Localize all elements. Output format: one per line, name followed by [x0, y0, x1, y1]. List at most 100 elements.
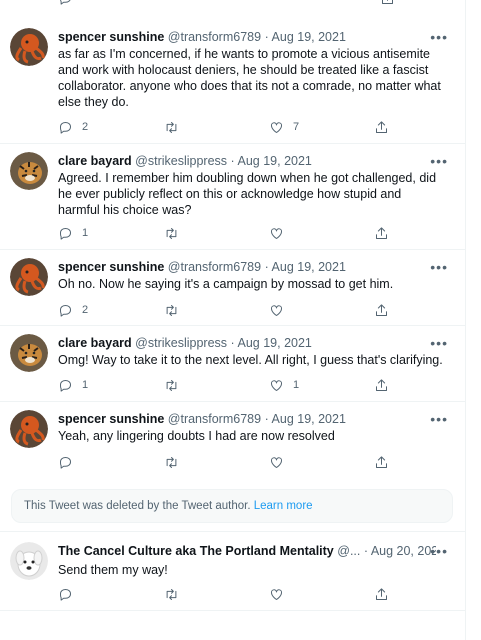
tweet[interactable]: spencer sunshine @transform6789 · Aug 19… [0, 16, 466, 144]
display-name[interactable]: clare bayard [58, 336, 132, 350]
reply-button[interactable] [58, 453, 73, 471]
like-button[interactable] [269, 224, 284, 242]
retweet-icon [166, 304, 177, 316]
avatar[interactable] [10, 410, 48, 448]
user-handle[interactable]: @strikeslippress [135, 154, 227, 168]
more-icon[interactable]: ••• [430, 30, 448, 44]
learn-more-link[interactable]: Learn more [254, 500, 313, 512]
avatar[interactable] [10, 152, 48, 190]
retweet-button[interactable] [164, 585, 179, 603]
more-icon[interactable]: ••• [430, 412, 448, 426]
reply-icon [60, 456, 71, 469]
like-count: 1 [293, 379, 300, 391]
tweet-text: Agreed. I remember him doubling down whe… [58, 171, 437, 217]
share-button[interactable] [374, 224, 389, 242]
scrollbar[interactable] [466, 0, 481, 640]
retweet-icon [166, 227, 177, 239]
user-handle[interactable]: @transform6789 [168, 260, 261, 274]
tweet-date[interactable]: Aug 19, 2021 [272, 260, 346, 274]
display-name[interactable]: spencer sunshine [58, 30, 164, 44]
display-name[interactable]: The Cancel Culture aka The Portland Ment… [58, 544, 334, 558]
tweet-actions: 2 [58, 301, 398, 319]
tweet-text: Oh no. Now he saying it's a campaign by … [58, 277, 394, 291]
reply-button[interactable]: 1 [58, 224, 88, 242]
share-button[interactable] [374, 376, 389, 394]
tweet-date[interactable]: Aug 19, 2021 [238, 154, 312, 168]
share-button[interactable] [374, 453, 389, 471]
tweet-actions [58, 585, 398, 603]
tweet-header: clare bayard @strikeslippress · Aug 19, … [58, 154, 436, 168]
display-name[interactable]: spencer sunshine [58, 412, 164, 426]
tweet-header: spencer sunshine @transform6789 · Aug 19… [58, 260, 436, 274]
reply-button[interactable]: 2 [58, 301, 88, 319]
tweet[interactable]: spencer sunshine @transform6789 · Aug 19… [0, 402, 466, 478]
like-button[interactable] [269, 301, 284, 319]
more-icon[interactable]: ••• [430, 260, 448, 274]
reply-icon [60, 0, 71, 5]
tweet[interactable]: clare bayard @strikeslippress · Aug 19, … [0, 144, 466, 250]
display-name[interactable]: clare bayard [58, 154, 132, 168]
retweet-button[interactable] [164, 118, 179, 136]
avatar[interactable] [10, 28, 48, 66]
reply-button[interactable]: 1 [58, 376, 88, 394]
tweet-date[interactable]: Aug 19, 2021 [238, 336, 312, 350]
reply-icon [60, 227, 71, 240]
share-button[interactable] [374, 118, 389, 136]
avatar[interactable] [10, 258, 48, 296]
reply-button[interactable] [58, 585, 73, 603]
user-handle[interactable]: @transform6789 [168, 30, 261, 44]
separator-dot: · [363, 544, 369, 558]
retweet-icon [166, 379, 177, 391]
tweet-date[interactable]: Aug 19, 2021 [272, 30, 346, 44]
more-icon[interactable]: ••• [430, 336, 448, 350]
like-button[interactable] [269, 453, 284, 471]
like-button[interactable]: 7 [269, 118, 299, 136]
share-icon [382, 0, 393, 4]
separator-dot: · [264, 30, 269, 44]
share-icon [376, 378, 387, 391]
display-name[interactable]: spencer sunshine [58, 260, 164, 274]
tweet-text: Send them my way! [58, 563, 168, 577]
more-icon[interactable]: ••• [430, 154, 448, 168]
user-handle[interactable]: @strikeslippress [135, 336, 227, 350]
like-icon [271, 304, 282, 316]
reply-count: 1 [82, 227, 89, 239]
tweet-actions: 1 [58, 224, 398, 242]
tweet[interactable]: The Cancel Culture aka The Portland Ment… [0, 531, 466, 611]
tweet-date[interactable]: Aug 20, 2021 [371, 544, 436, 558]
share-button[interactable] [380, 0, 395, 7]
user-handle[interactable]: @transform6789 [168, 412, 261, 426]
reply-icon [60, 121, 71, 134]
user-handle[interactable]: @... [337, 544, 360, 558]
octopus-avatar-image [10, 258, 48, 296]
reply-count: 2 [82, 121, 89, 133]
reply-button[interactable] [58, 0, 73, 7]
retweet-button[interactable] [164, 453, 179, 471]
share-icon [376, 587, 387, 600]
retweet-button[interactable] [164, 301, 179, 319]
like-button[interactable] [269, 585, 284, 603]
share-button[interactable] [374, 301, 389, 319]
tiger-avatar-image [10, 152, 48, 190]
like-icon [271, 121, 282, 133]
tweet[interactable]: clare bayard @strikeslippress · Aug 19, … [0, 326, 466, 402]
reply-icon [60, 588, 71, 601]
like-icon [271, 588, 282, 600]
separator-dot: · [264, 412, 269, 426]
reply-button[interactable]: 2 [58, 118, 88, 136]
deleted-notice-text: This Tweet was deleted by the Tweet auth… [24, 500, 251, 512]
retweet-button[interactable] [164, 224, 179, 242]
retweet-button[interactable] [164, 376, 179, 394]
avatar[interactable] [10, 334, 48, 372]
tweet[interactable]: spencer sunshine @transform6789 · Aug 19… [0, 250, 466, 326]
separator-dot: · [230, 336, 235, 350]
more-icon[interactable]: ••• [430, 544, 448, 558]
tweet-date[interactable]: Aug 19, 2021 [272, 412, 346, 426]
share-button[interactable] [374, 585, 389, 603]
tweet-header: spencer sunshine @transform6789 · Aug 19… [58, 30, 436, 44]
like-button[interactable]: 1 [269, 376, 299, 394]
tweet-text: as far as I'm concerned, if he wants to … [58, 47, 441, 109]
deleted-tweet-notice: This Tweet was deleted by the Tweet auth… [11, 489, 453, 523]
share-icon [376, 120, 387, 133]
avatar[interactable] [10, 542, 48, 580]
